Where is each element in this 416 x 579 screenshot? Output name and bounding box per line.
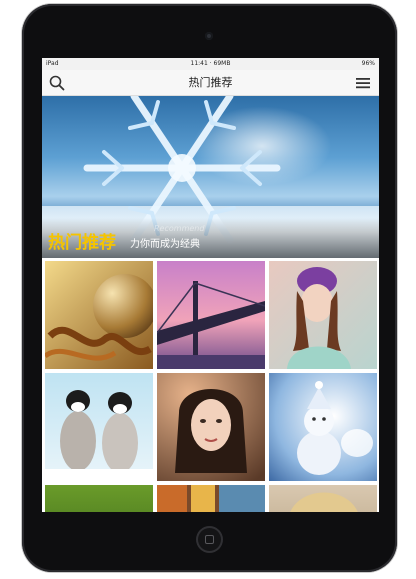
wallpaper-tile-snowman[interactable] (269, 373, 377, 481)
battery-level: 96% (361, 60, 375, 67)
wallpaper-tile-blonde-portrait[interactable] (269, 485, 377, 512)
featured-banner[interactable]: Recommend 热门推荐 力你而成为经典 (42, 96, 379, 258)
banner-watermark: Recommend (154, 224, 205, 233)
home-button[interactable] (196, 526, 223, 553)
wallpaper-tile-green-field[interactable] (45, 485, 153, 512)
home-square-icon (205, 535, 214, 544)
front-camera (205, 32, 213, 40)
wallpaper-tile-penguins[interactable] (45, 373, 153, 481)
nav-bar: 热门推荐 (42, 70, 379, 96)
banner-tagline: 力你而成为经典 (130, 239, 200, 250)
wallpaper-tile-ornament[interactable] (45, 261, 153, 369)
wallpaper-tile-bridge[interactable] (157, 261, 265, 369)
wallpaper-tile-market[interactable] (157, 485, 265, 512)
menu-icon[interactable] (355, 75, 371, 91)
banner-headline: 热门推荐 (48, 233, 116, 253)
wallpaper-tile-woman-portrait[interactable] (157, 373, 265, 481)
wallpaper-tile-girl-hat[interactable] (269, 261, 377, 369)
status-time: 11:41 · 69MB (190, 60, 231, 67)
status-bar: iPad 11:41 · 69MB 96% (42, 58, 379, 70)
page-title: 热门推荐 (188, 76, 233, 89)
app-screen: iPad 11:41 · 69MB 96% 热门推荐 Recommend 热门推… (42, 58, 379, 512)
